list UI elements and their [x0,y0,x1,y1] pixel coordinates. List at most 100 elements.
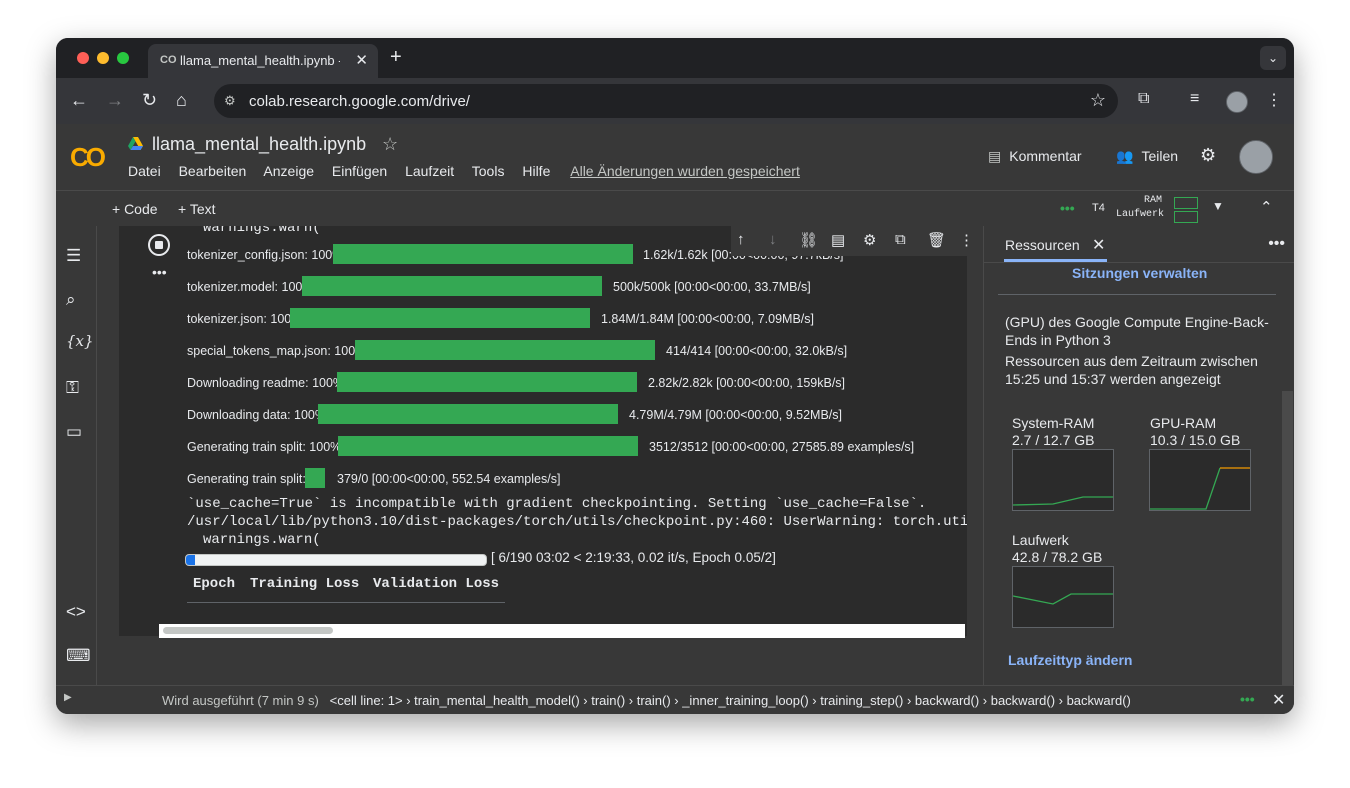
cell-menu-icon[interactable]: ⋮ [959,231,974,249]
move-up-icon[interactable]: ↑ [737,231,745,248]
reload-icon[interactable]: ↻ [142,90,157,110]
panel-scrollbar[interactable] [1282,391,1293,685]
stop-cell-button[interactable] [148,234,170,256]
manage-sessions-link[interactable]: Sitzungen verwalten [1072,265,1207,281]
status-bar: ▶ Wird ausgeführt (7 min 9 s) <cell line… [56,685,1294,714]
comment-button[interactable]: ▤ Kommentar [988,148,1082,165]
star-notebook-icon[interactable]: ☆ [382,134,398,155]
execution-indicator-icon: ••• [1240,691,1255,707]
command-palette-icon[interactable]: ⌨ [66,646,91,666]
delete-cell-icon[interactable]: 🗑 [927,231,946,249]
progress-bar [338,436,638,456]
progress-stats: 500k/500k [00:00<00:00, 33.7MB/s] [613,280,811,294]
resources-panel: Ressourcen ✕ ••• Sitzungen verwalten (GP… [983,226,1294,685]
move-down-icon[interactable]: ↓ [769,231,777,248]
cell-settings-icon[interactable]: ⚙ [863,231,876,249]
add-text-button[interactable]: + Text [178,201,216,217]
running-status: Wird ausgeführt (7 min 9 s) [162,693,319,708]
mirror-cell-icon[interactable]: ⧉ [895,231,906,248]
browser-toolbar: ← → ↻ ⌂ ⚙ colab.research.google.com/driv… [56,78,1294,124]
maximize-window-button[interactable] [117,52,129,64]
close-status-icon[interactable]: ✕ [1272,690,1285,710]
menu-file[interactable]: Datei [128,163,161,179]
table-divider [187,602,505,603]
browser-tab[interactable]: CO llama_mental_health.ipynb - C ✕ [148,44,378,78]
progress-stats: 1.84M/1.84M [00:00<00:00, 7.09MB/s] [601,312,814,326]
progress-label: tokenizer.json: 100% [187,312,303,326]
system-ram-label: System-RAM [1012,415,1095,431]
progress-stats: 414/414 [00:00<00:00, 32.0kB/s] [666,344,848,358]
comment-icon: ▤ [988,148,1002,164]
address-bar[interactable]: ⚙ colab.research.google.com/drive/ ☆ [214,84,1118,118]
home-icon[interactable]: ⌂ [176,90,187,110]
menu-view[interactable]: Anzeige [263,163,314,179]
close-panel-icon[interactable]: ✕ [1092,235,1105,255]
scrollbar-thumb[interactable] [163,627,333,634]
expand-status-icon[interactable]: ▶ [64,692,72,703]
code-cell[interactable]: ••• warnings.warn( tokenizer_config.json… [119,226,981,636]
progress-bar [337,372,637,392]
training-progress-text: [ 6/190 03:02 < 2:19:33, 0.02 it/s, Epoc… [491,550,776,565]
notebook-title[interactable]: llama_mental_health.ipynb [152,134,366,155]
training-progress-bar [185,554,487,566]
menu-tools[interactable]: Tools [472,163,505,179]
code-snippets-icon[interactable]: <> [66,602,86,622]
share-label: Teilen [1141,148,1179,164]
execution-trace[interactable]: <cell line: 1> › train_mental_health_mod… [330,693,1131,708]
search-icon[interactable]: ⌕ [66,290,76,310]
panel-separator [998,294,1276,295]
link-icon[interactable]: ⛓ [799,231,818,249]
tab-search-button[interactable]: ⌄ [1260,46,1286,70]
back-icon[interactable]: ← [70,90,88,110]
table-header-training-loss: Training Loss [250,576,360,592]
runtime-dropdown-icon[interactable]: ▼ [1212,199,1224,213]
progress-label: tokenizer_config.json: 100% [187,248,344,262]
bookmark-star-icon[interactable]: ☆ [1090,90,1106,111]
settings-gear-icon[interactable]: ⚙ [1200,145,1216,166]
output-horizontal-scrollbar[interactable] [159,624,965,638]
table-header-epoch: Epoch [193,576,236,592]
user-avatar[interactable] [1239,140,1273,174]
site-settings-icon[interactable]: ⚙ [224,93,236,109]
panel-divider [984,262,1294,263]
change-runtime-type-link[interactable]: Laufzeittyp ändern [1008,652,1132,668]
secrets-key-icon[interactable]: ⚿ [66,378,79,398]
google-drive-icon[interactable] [128,137,143,151]
cell-more-icon[interactable]: ••• [152,264,167,280]
panel-more-icon[interactable]: ••• [1268,235,1285,253]
minimize-window-button[interactable] [97,52,109,64]
progress-bar [290,308,590,328]
colab-logo[interactable]: CO [70,142,106,173]
share-people-icon: 👥 [1116,148,1134,164]
menu-edit[interactable]: Bearbeiten [179,163,247,179]
progress-label: Downloading readme: 100% [187,376,345,390]
new-tab-button[interactable]: + [390,46,402,69]
menu-runtime[interactable]: Laufzeit [405,163,454,179]
table-of-contents-icon[interactable]: ☰ [66,246,81,266]
tab-title: llama_mental_health.ipynb - C [180,53,340,68]
close-tab-icon[interactable]: ✕ [355,51,368,69]
files-folder-icon[interactable]: ▭ [66,422,82,442]
comment-cell-icon[interactable]: ▤ [831,231,845,249]
progress-bar [305,468,325,488]
browser-menu-icon[interactable]: ⋮ [1266,90,1282,110]
panel-tab-resources[interactable]: Ressourcen [1005,237,1080,253]
variables-icon[interactable]: {x} [66,332,94,350]
checkpoint-warning-line: /usr/local/lib/python3.10/dist-packages/… [187,514,967,530]
menu-insert[interactable]: Einfügen [332,163,387,179]
close-window-button[interactable] [77,52,89,64]
disk-label: Laufwerk [1116,209,1165,220]
add-code-button[interactable]: + Code [112,201,158,217]
save-status-link[interactable]: Alle Änderungen wurden gespeichert [570,163,800,179]
progress-bar [355,340,655,360]
media-controls-icon[interactable]: ≡ [1190,90,1199,108]
extensions-icon[interactable]: ⧉ [1138,90,1149,108]
menu-help[interactable]: Hilfe [522,163,550,179]
notebook-toolbar: + Code + Text ••• T4 RAM Laufwerk ▼ ⌃ [56,190,1294,227]
profile-avatar[interactable] [1226,91,1248,113]
progress-bar [302,276,602,296]
collapse-header-icon[interactable]: ⌃ [1260,198,1273,216]
share-button[interactable]: 👥 Teilen [1116,148,1178,165]
progress-label: Generating train split: 100% [187,440,342,454]
forward-icon[interactable]: → [106,90,124,110]
